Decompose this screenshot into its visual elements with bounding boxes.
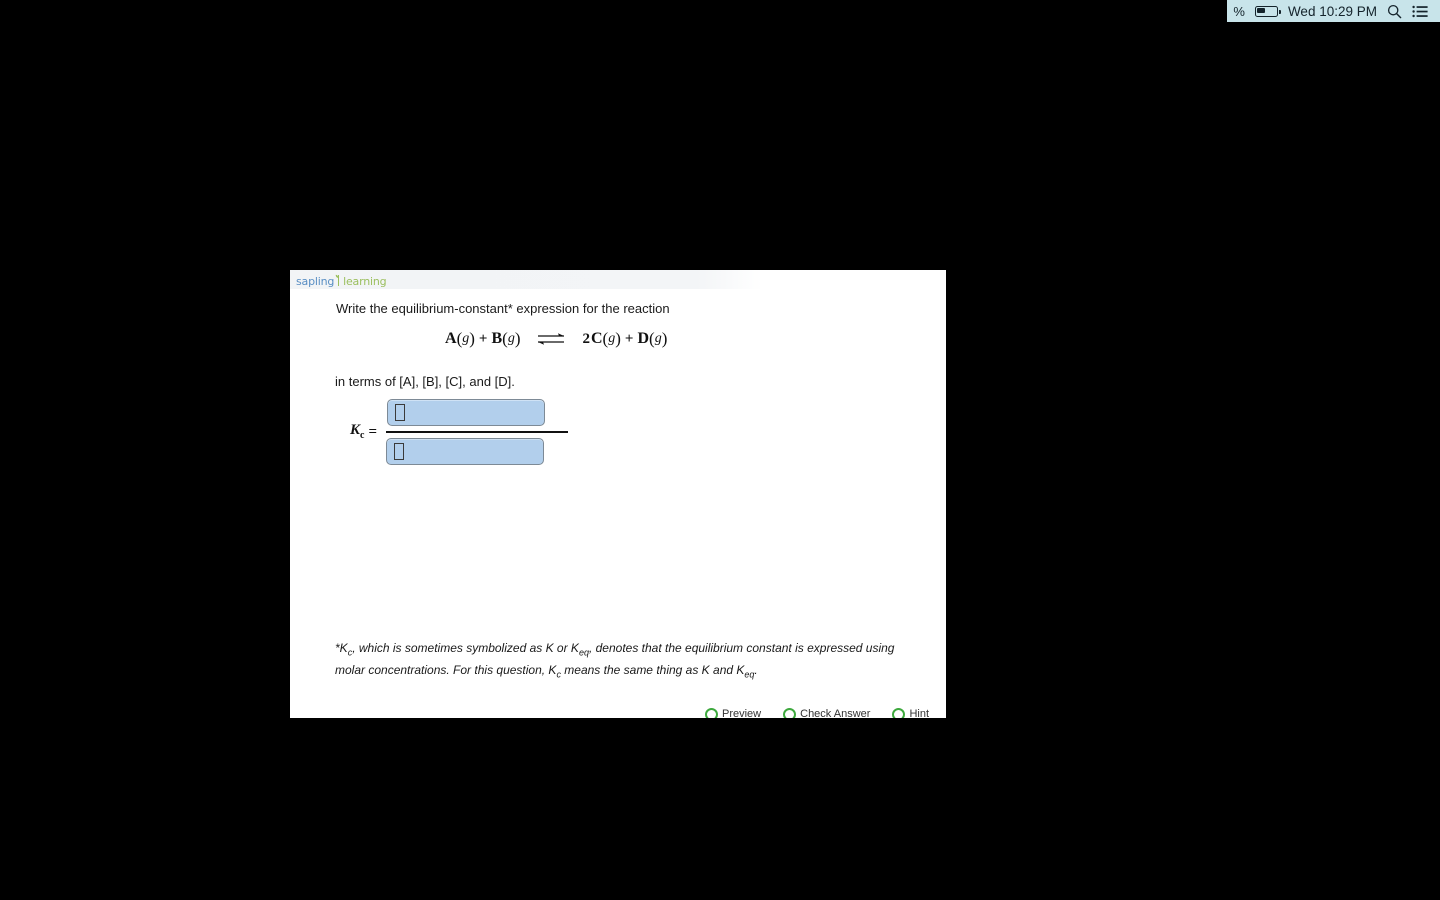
hint-label: Hint (909, 708, 929, 718)
notification-center-icon[interactable] (1412, 5, 1428, 18)
kc-symbol-letter: K (350, 421, 361, 438)
reactant-a-state: g (462, 331, 470, 346)
macos-menu-bar: % Wed 10:29 PM (0, 0, 1440, 22)
product-c-close-paren: ) (615, 329, 621, 348)
logo-word-sapling: sapling (296, 275, 335, 288)
check-answer-button[interactable]: Check Answer (783, 707, 871, 718)
kc-symbol-label: Kc (350, 422, 364, 443)
equals-sign: = (368, 423, 378, 440)
reactant-b-state: g (507, 331, 515, 346)
product-c-state: g (608, 331, 616, 346)
logo-sprout-icon (335, 274, 342, 286)
battery-percent-label: % (1233, 3, 1245, 19)
preview-icon (705, 707, 718, 718)
product-plus-sign: + (624, 330, 634, 347)
menu-bar-clock[interactable]: Wed 10:29 PM (1288, 4, 1377, 19)
search-icon[interactable] (1387, 4, 1402, 19)
hint-button[interactable]: Hint (892, 707, 929, 718)
product-c-species: C (590, 330, 603, 347)
preview-label: Preview (722, 708, 762, 718)
reactant-b-species: B (491, 330, 503, 347)
denominator-caret (394, 443, 405, 460)
sapling-learning-window: sapling learning Write the equilibrium-c… (290, 270, 946, 718)
kc-symbol-subscript: c (360, 429, 365, 441)
logo-word-learning: learning (343, 275, 387, 288)
question-in-terms-of: in terms of [A], [B], [C], and [D]. (335, 374, 515, 389)
check-answer-label: Check Answer (800, 708, 871, 718)
answer-entry-area: Kc = (350, 399, 569, 465)
product-d-state: g (654, 331, 662, 346)
reactant-plus-sign: + (478, 330, 488, 347)
product-d-close-paren: ) (661, 329, 668, 348)
footnote-part-5: means the same thing as K and K (560, 663, 745, 678)
numerator-caret (395, 404, 406, 421)
footnote-part-2: , which is sometimes symbolized as K or … (352, 641, 579, 655)
equilibrium-double-arrow-icon (536, 330, 566, 348)
footnote-part-1: *K (335, 641, 348, 655)
footnote-part-6: . (754, 663, 758, 678)
footnote-sub-eq-1: eq (578, 647, 589, 658)
product-d-species: D (637, 330, 650, 347)
hint-icon (892, 707, 906, 718)
footnote-sub-eq-2: eq (744, 669, 755, 680)
question-content: Write the equilibrium-constant* expressi… (290, 289, 946, 718)
denominator-input[interactable] (386, 438, 545, 465)
menu-bar-status-area: % Wed 10:29 PM (1227, 0, 1440, 22)
reaction-equation: A(g) + B(g) 2 C(g) + D(g) (445, 329, 667, 349)
answer-fraction (386, 399, 569, 465)
product-c-coefficient: 2 (582, 330, 590, 347)
reactant-a-close-paren: ) (469, 329, 475, 348)
check-answer-icon (783, 707, 797, 718)
footnote-part-3: , denotes that the equilibrium constant … (588, 641, 804, 655)
fraction-bar (386, 431, 569, 433)
numerator-input[interactable] (387, 399, 546, 426)
question-toolbar: Preview Check Answer Hint (290, 704, 946, 718)
battery-fill (1257, 8, 1266, 13)
page-header: sapling learning (290, 270, 946, 290)
sapling-learning-logo[interactable]: sapling learning (296, 273, 387, 288)
battery-icon[interactable] (1254, 5, 1281, 17)
question-prompt: Write the equilibrium-constant* expressi… (336, 301, 670, 316)
preview-button[interactable]: Preview (705, 707, 762, 718)
reactant-b-close-paren: ) (514, 329, 521, 348)
question-footnote: *Kc, which is sometimes symbolized as K … (335, 639, 895, 684)
reactant-a-species: A (445, 330, 457, 347)
